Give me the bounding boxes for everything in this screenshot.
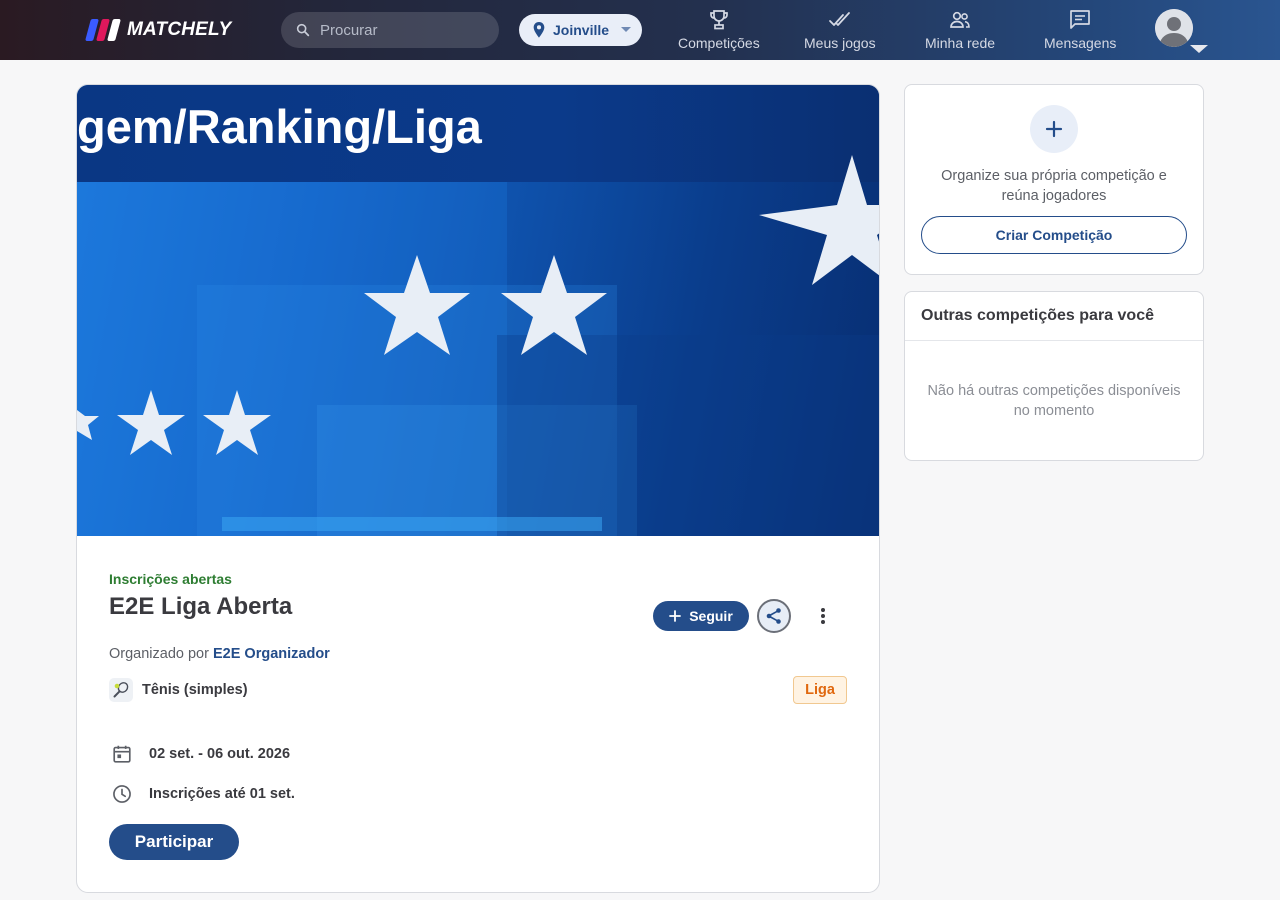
logo-mark-icon xyxy=(85,17,123,43)
double-check-icon xyxy=(828,12,850,26)
top-navigation-bar: MATCHELY Joinville Competições Meus jogo… xyxy=(0,0,1280,60)
nav-label: Minha rede xyxy=(925,35,996,51)
location-label: Joinville xyxy=(553,22,610,38)
nav-label: Mensagens xyxy=(1044,35,1117,51)
create-competition-text: Organize sua própria competição e reúna … xyxy=(941,168,1167,204)
registration-status-label: Inscrições abertas xyxy=(109,571,232,587)
organizer-link[interactable]: E2E Organizador xyxy=(213,646,330,662)
plus-icon xyxy=(669,610,682,622)
logo-text: MATCHELY xyxy=(127,19,232,40)
sport-info: Tênis (simples) xyxy=(109,678,248,702)
search-box[interactable] xyxy=(281,12,499,48)
add-competition-icon[interactable] xyxy=(1030,105,1078,153)
nav-minha-rede[interactable]: Minha rede xyxy=(925,8,995,56)
more-options-button[interactable] xyxy=(810,603,836,629)
organizer-line: Organizado por E2E Organizador xyxy=(109,646,330,662)
chevron-down-icon xyxy=(621,27,632,32)
competition-banner: gem/Ranking/Liga xyxy=(77,85,879,536)
create-competition-card: Organize sua própria competição e reúna … xyxy=(904,84,1204,275)
join-button[interactable]: Participar xyxy=(109,824,239,860)
clock-icon xyxy=(113,785,131,803)
competition-card: gem/Ranking/Liga Inscrições abertas E2E … xyxy=(76,84,880,893)
tennis-racket-icon xyxy=(109,678,133,702)
nav-label: Meus jogos xyxy=(804,35,876,51)
divider xyxy=(905,340,1203,341)
nav-meus-jogos[interactable]: Meus jogos xyxy=(804,8,876,56)
competition-dates: 02 set. - 06 out. 2026 xyxy=(149,746,291,762)
registration-deadline: Inscrições até 01 set. xyxy=(149,786,295,802)
matchely-logo[interactable]: MATCHELY xyxy=(85,17,231,43)
share-button[interactable] xyxy=(757,599,791,633)
user-avatar-icon xyxy=(1155,9,1193,47)
create-competition-button[interactable]: Criar Competição xyxy=(921,216,1187,254)
nav-mensagens[interactable]: Mensagens xyxy=(1044,8,1116,56)
nav-competicoes[interactable]: Competições xyxy=(678,8,760,56)
deadline-row: Inscrições até 01 set. xyxy=(111,783,295,805)
calendar-icon xyxy=(113,745,131,763)
location-pin-icon xyxy=(533,22,545,38)
organizer-prefix: Organizado por xyxy=(109,646,209,662)
trophy-icon xyxy=(709,10,728,30)
follow-button[interactable]: Seguir xyxy=(653,601,749,631)
other-competitions-empty-state: Não há outras competições disponíveis no… xyxy=(927,383,1181,419)
competition-title: E2E Liga Aberta xyxy=(109,593,293,620)
banner-text: gem/Ranking/Liga xyxy=(77,100,482,153)
chat-icon xyxy=(1070,10,1091,29)
user-avatar[interactable] xyxy=(1155,9,1193,47)
people-icon xyxy=(950,11,970,28)
nav-label: Competições xyxy=(678,35,760,51)
other-competitions-card: Outras competições para você Não há outr… xyxy=(904,291,1204,461)
search-icon xyxy=(296,23,310,37)
dates-row: 02 set. - 06 out. 2026 xyxy=(111,743,290,765)
follow-button-label: Seguir xyxy=(689,608,733,624)
share-icon xyxy=(766,608,781,624)
location-selector[interactable]: Joinville xyxy=(519,14,642,46)
sport-label: Tênis (simples) xyxy=(142,682,248,698)
avatar-menu-caret-icon[interactable] xyxy=(1189,44,1209,54)
other-competitions-title: Outras competições para você xyxy=(921,307,1154,324)
competition-type-tag: Liga xyxy=(793,676,847,704)
more-vertical-icon xyxy=(821,608,825,624)
search-input[interactable] xyxy=(320,21,490,39)
